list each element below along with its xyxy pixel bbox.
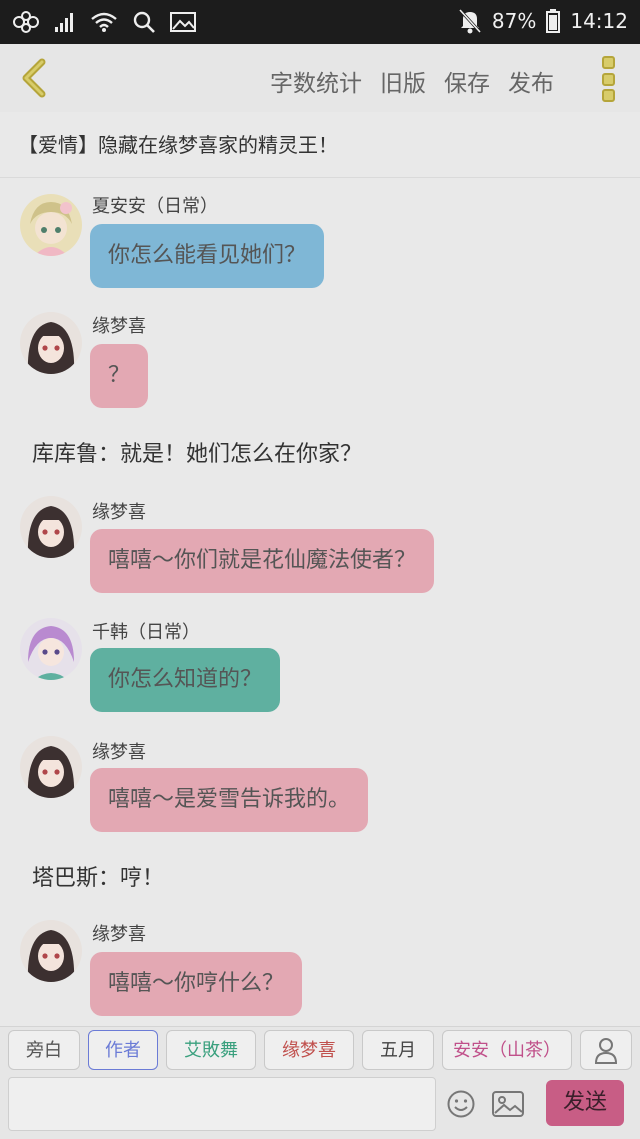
- toolbar-actions: 字数统计 旧版 保存 发布: [270, 64, 554, 98]
- more-dot-icon: [601, 89, 615, 102]
- role-chip-character[interactable]: 缘梦喜: [264, 1030, 354, 1070]
- message-bubble[interactable]: 你怎么知道的？: [90, 648, 281, 712]
- signal-icon: [55, 13, 73, 32]
- emoji-icon[interactable]: [446, 1089, 476, 1119]
- avatar-xiaanan: [20, 194, 82, 256]
- story-title: 【爱情】隐藏在缘梦喜家的精灵王！: [0, 112, 640, 178]
- role-chip-character[interactable]: 五月: [362, 1030, 434, 1070]
- user-icon: [594, 1038, 618, 1064]
- status-icons-right: 87% 14:12: [458, 8, 628, 34]
- publish-button[interactable]: 发布: [508, 64, 554, 98]
- speaker-name: 缘梦喜: [92, 742, 146, 763]
- network-icon: [13, 11, 39, 33]
- back-button[interactable]: [14, 56, 54, 100]
- avatar-yuanmengxi: [20, 496, 82, 558]
- avatar-yuanmengxi: [20, 920, 82, 982]
- save-button[interactable]: 保存: [444, 64, 490, 98]
- role-chip-character[interactable]: 安安（山茶）: [442, 1030, 572, 1070]
- avatar-yuanmengxi: [20, 312, 82, 374]
- old-version-button[interactable]: 旧版: [380, 64, 426, 98]
- editor-toolbar: 字数统计 旧版 保存 发布: [0, 44, 640, 113]
- send-button[interactable]: 发送: [546, 1080, 624, 1126]
- message-bubble[interactable]: 嘻嘻～你们就是花仙魔法使者？: [90, 529, 435, 593]
- more-dot-icon: [601, 72, 615, 86]
- status-bar: 87% 14:12: [0, 0, 640, 44]
- narration-line[interactable]: 塔巴斯：哼！: [32, 860, 164, 892]
- search-icon: [133, 11, 155, 33]
- role-chip-narrator[interactable]: 旁白: [8, 1030, 80, 1070]
- speaker-name: 缘梦喜: [92, 924, 146, 945]
- chevron-left-icon: [22, 58, 46, 98]
- battery-icon: [546, 9, 561, 33]
- wifi-icon: [91, 12, 117, 32]
- role-chip-character[interactable]: 艾敗舞: [166, 1030, 256, 1070]
- role-chip-author[interactable]: 作者: [88, 1030, 158, 1070]
- message-bubble[interactable]: ？: [90, 344, 149, 408]
- clock: 14:12: [570, 9, 628, 33]
- more-menu-button[interactable]: [598, 56, 618, 102]
- gallery-icon: [170, 12, 196, 32]
- avatar-yuanmengxi: [20, 736, 82, 798]
- speaker-name: 千韩（日常）: [92, 622, 200, 643]
- dialogue-feed[interactable]: 夏安安（日常） 你怎么能看见她们？ 缘梦喜 ？ 库库鲁：就是！她们怎么在你家？ …: [0, 178, 640, 1026]
- composer-bar: 旁白 作者 艾敗舞 缘梦喜 五月 安安（山茶） 发送: [0, 1026, 640, 1139]
- battery-percent: 87%: [491, 9, 537, 33]
- add-character-button[interactable]: [580, 1030, 632, 1070]
- mute-notification-icon: [458, 8, 482, 34]
- message-bubble[interactable]: 你怎么能看见她们？: [90, 224, 325, 288]
- message-input[interactable]: [8, 1077, 436, 1131]
- speaker-name: 缘梦喜: [92, 316, 146, 337]
- more-dot-icon: [601, 56, 615, 69]
- avatar-qianhan: [20, 618, 82, 680]
- speaker-name: 缘梦喜: [92, 502, 146, 523]
- status-icons-left: [12, 10, 196, 34]
- word-count-button[interactable]: 字数统计: [270, 64, 362, 98]
- narration-line[interactable]: 库库鲁：就是！她们怎么在你家？: [32, 436, 362, 468]
- message-bubble[interactable]: 嘻嘻～是爱雪告诉我的。: [90, 768, 369, 832]
- message-bubble[interactable]: 嘻嘻～你哼什么？: [90, 952, 303, 1016]
- image-icon[interactable]: [492, 1091, 524, 1117]
- speaker-name: 夏安安（日常）: [92, 196, 218, 217]
